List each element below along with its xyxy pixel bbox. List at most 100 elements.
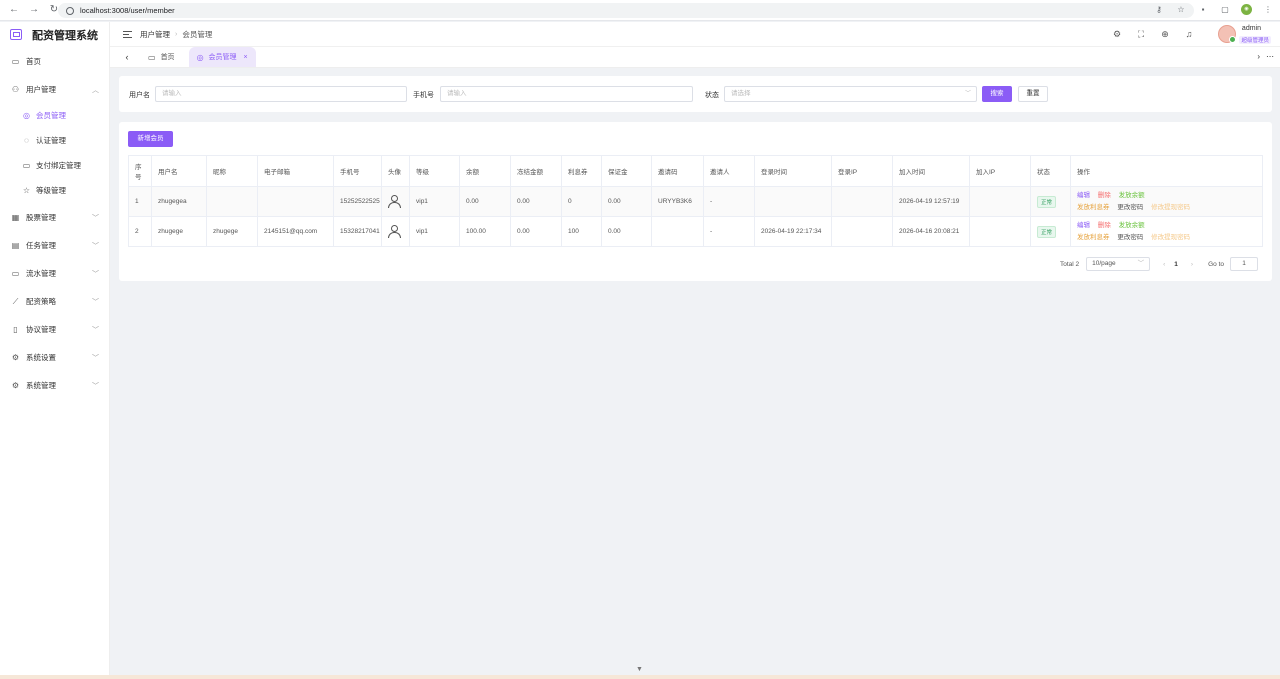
column-header: 状态 — [1030, 155, 1071, 187]
breadcrumb-item[interactable]: 用户管理 — [140, 29, 170, 40]
cell-frozen: 0.00 — [510, 216, 562, 247]
star-icon: ☆ — [22, 186, 31, 195]
issue-balance-link[interactable]: 发放余额 — [1119, 222, 1145, 229]
change-withdraw-password-link[interactable]: 修改提现密码 — [1151, 204, 1190, 211]
column-header: 利息券 — [561, 155, 602, 187]
cell-index: 2 — [128, 216, 152, 247]
sidebar-item-sys-mgmt[interactable]: ⚙ 系统管理 ﹀ — [0, 371, 109, 399]
tab-member[interactable]: ◎ 会员管理 × — [188, 47, 256, 67]
cell-avatar — [381, 216, 410, 247]
sidebar-item-home[interactable]: ▭ 首页 — [0, 47, 109, 75]
search-button[interactable]: 搜索 — [982, 86, 1012, 102]
sidebar-item-sys-settings[interactable]: ⚙ 系统设置 ﹀ — [0, 343, 109, 371]
member-table-card: 新增会员 序号 用户名 昵称 电子邮箱 手机号 头像 等级 余额 冻结金额 利息… — [119, 122, 1272, 281]
sidebar-item-member[interactable]: ◎ 会员管理 — [0, 103, 109, 128]
sidebar-item-task[interactable]: ▤ 任务管理 ﹀ — [0, 231, 109, 259]
next-page-icon[interactable]: › — [1191, 261, 1193, 268]
sidebar-item-user-mgmt[interactable]: ⚇ 用户管理 ︿ — [0, 75, 109, 103]
menu-fold-icon[interactable] — [123, 30, 132, 38]
back-icon[interactable]: ← — [8, 4, 20, 16]
scroll-down-icon[interactable]: ▼ — [636, 666, 643, 673]
more-icon[interactable]: ⋯ — [1266, 52, 1274, 61]
monitor-icon: ▭ — [148, 52, 156, 62]
sidebar-item-label: 会员管理 — [36, 111, 66, 120]
sidebar-item-label: 用户管理 — [26, 84, 56, 94]
sidebar-item-agreement[interactable]: ▯ 协议管理 ﹀ — [0, 315, 109, 343]
page-number[interactable]: 1 — [1174, 261, 1178, 268]
delete-link[interactable]: 删除 — [1098, 192, 1111, 199]
status-select[interactable]: 请选择 ﹀ — [724, 86, 977, 102]
cell-actions: 编辑 删除 发放余额 发放利息券 更改密码 修改提现密码 — [1070, 186, 1263, 217]
search-form: 用户名 请输入 手机号 请输入 状态 请选择 ﹀ 搜索 重置 — [119, 76, 1272, 112]
cell-actions: 编辑 删除 发放余额 发放利息券 更改密码 修改提现密码 — [1070, 216, 1263, 247]
tabs-scroll-right-icon[interactable]: › — [1257, 52, 1260, 61]
status-placeholder: 请选择 — [731, 90, 751, 97]
app-logo[interactable]: 配资管理系统 — [0, 22, 109, 47]
bell-icon[interactable]: ♫ — [1184, 29, 1194, 40]
change-password-link[interactable]: 更改密码 — [1117, 234, 1143, 241]
document-icon: ▯ — [13, 324, 18, 334]
sidebar-item-flow[interactable]: ▭ 流水管理 ﹀ — [0, 259, 109, 287]
add-member-button[interactable]: 新增会员 — [128, 131, 173, 147]
phone-input[interactable]: 请输入 — [440, 86, 693, 102]
tabs-scroll-left-icon[interactable]: ‹ — [120, 52, 134, 62]
sidebar-item-label: 认证管理 — [36, 136, 66, 145]
issue-balance-link[interactable]: 发放余额 — [1119, 192, 1145, 199]
users-icon: ⚇ — [11, 84, 20, 94]
user-name[interactable]: admin — [1242, 25, 1261, 32]
browser-menu-icon[interactable]: ⋮ — [1262, 5, 1274, 14]
side-panel-icon[interactable]: ▢ — [1219, 5, 1231, 14]
chevron-down-icon: ﹀ — [92, 327, 99, 334]
cell-coupon: 100 — [561, 216, 602, 247]
sidebar-item-label: 系统管理 — [26, 380, 56, 390]
issue-coupon-link[interactable]: 发放利息券 — [1077, 204, 1110, 211]
extensions-icon[interactable]: ▪ — [1197, 5, 1209, 14]
sidebar-item-auth[interactable]: ◌ 认证管理 — [0, 128, 109, 153]
change-withdraw-password-link[interactable]: 修改提现密码 — [1151, 234, 1190, 241]
sidebar-item-stock[interactable]: ▦ 股票管理 ﹀ — [0, 203, 109, 231]
tab-home[interactable]: ▭ 首页 — [140, 47, 183, 67]
column-header: 加入时间 — [892, 155, 970, 187]
edit-link[interactable]: 编辑 — [1077, 192, 1090, 199]
change-password-link[interactable]: 更改密码 — [1117, 204, 1143, 211]
sidebar-item-payment-binding[interactable]: ▭ 支付绑定管理 — [0, 153, 109, 178]
cell-phone: 15252522525 — [333, 186, 382, 217]
close-icon[interactable]: × — [244, 54, 248, 61]
status-label: 状态 — [705, 92, 719, 99]
delete-link[interactable]: 删除 — [1098, 222, 1111, 229]
sidebar-item-level[interactable]: ☆ 等级管理 — [0, 178, 109, 203]
issue-coupon-link[interactable]: 发放利息券 — [1077, 234, 1110, 241]
check-circle-icon: ◌ — [24, 136, 29, 145]
edit-link[interactable]: 编辑 — [1077, 222, 1090, 229]
language-icon[interactable]: ⊕ — [1160, 29, 1170, 40]
settings-icon[interactable]: ⚙ — [1112, 29, 1122, 40]
tabs-bar: ‹ ▭ 首页 ◎ 会员管理 × › ⋯ — [110, 47, 1280, 68]
cell-join-ip — [969, 216, 1031, 247]
bookmark-star-icon[interactable]: ☆ — [1175, 5, 1187, 14]
address-bar[interactable]: localhost:3008/user/member — [58, 3, 1194, 18]
goto-page-input[interactable]: 1 — [1230, 257, 1258, 271]
sidebar-item-label: 流水管理 — [26, 268, 56, 278]
chevron-down-icon: ﹀ — [1137, 260, 1145, 267]
password-key-icon[interactable]: ⚷ — [1153, 5, 1165, 14]
column-header: 序号 — [128, 155, 152, 187]
pagination-total: Total 2 — [1059, 260, 1080, 268]
avatar[interactable] — [1218, 25, 1236, 43]
chevron-down-icon: ﹀ — [92, 215, 99, 222]
reset-button[interactable]: 重置 — [1018, 86, 1048, 102]
site-info-icon[interactable] — [66, 6, 74, 15]
fullscreen-icon[interactable]: ⛶ — [1136, 29, 1146, 40]
logo-icon — [10, 29, 22, 40]
cell-balance: 0.00 — [459, 186, 511, 217]
sidebar-item-strategy[interactable]: ⟋ 配资策略 ﹀ — [0, 287, 109, 315]
cell-username: zhugegea — [151, 186, 207, 217]
profile-avatar-icon[interactable]: ◉ — [1241, 4, 1252, 15]
page-size-select[interactable]: 10/page ﹀ — [1086, 257, 1151, 271]
prev-page-icon[interactable]: ‹ — [1163, 261, 1165, 268]
sidebar-item-label: 系统设置 — [26, 352, 56, 362]
column-header: 余额 — [459, 155, 511, 187]
forward-icon[interactable]: → — [28, 4, 40, 16]
column-header: 加入IP — [969, 155, 1031, 187]
username-input[interactable]: 请输入 — [155, 86, 407, 102]
username-label: 用户名 — [129, 92, 150, 99]
